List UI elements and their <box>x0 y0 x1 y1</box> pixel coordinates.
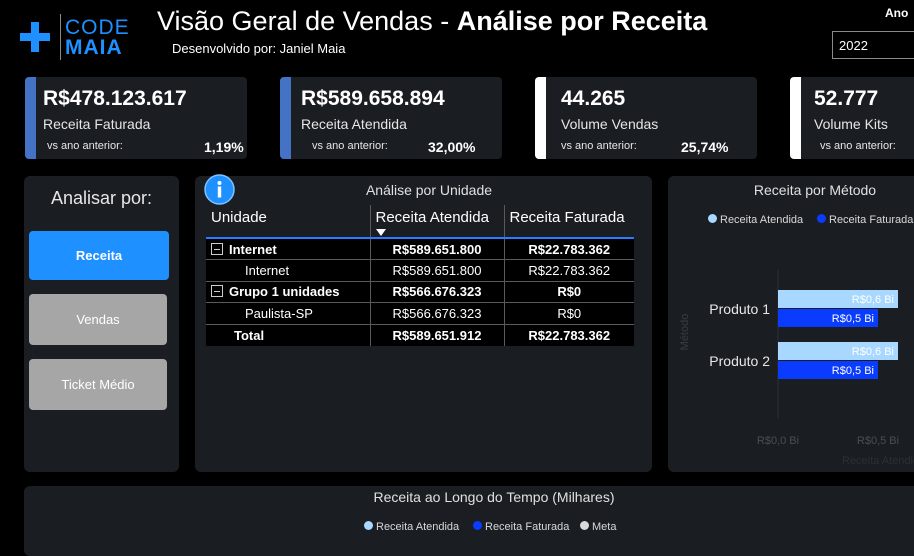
info-icon[interactable] <box>204 174 235 205</box>
time-legend-item-meta[interactable]: Meta <box>580 521 616 533</box>
method-category-label: Produto 2 <box>709 353 770 369</box>
time-legend-item-faturada[interactable]: Receita Faturada <box>473 521 569 533</box>
collapse-icon[interactable] <box>211 242 223 255</box>
legend-label: Receita Faturada <box>485 521 570 533</box>
legend-label: Receita Faturada <box>829 214 914 226</box>
table-cell-unidade: Internet <box>206 259 371 282</box>
kpi-card-receita-faturada: R$478.123.617 Receita Faturada vs ano an… <box>25 77 247 159</box>
legend-label: Meta <box>592 521 617 533</box>
time-legend-item-atendida[interactable]: Receita Atendida <box>364 521 459 533</box>
kpi-label: Volume Vendas <box>561 116 659 132</box>
table-cell-atendida: R$589.651.912 <box>370 324 505 346</box>
unit-table: Unidade Receita Atendida Receita Faturad… <box>206 205 634 346</box>
legend-dot-atendida <box>708 214 717 223</box>
table-cell-atendida: R$566.676.323 <box>370 302 505 325</box>
method-bar-data-label: R$0,6 Bi <box>852 294 894 306</box>
method-chart-title: Receita por Método <box>753 182 877 198</box>
time-chart-title: Receita ao Longo do Tempo (Milhares) <box>373 489 615 505</box>
method-x-axis-label: Receita Atendida e ... <box>842 455 914 467</box>
kpi-card-receita-atendida: R$589.658.894 Receita Atendida vs ano an… <box>280 77 502 159</box>
legend-label: Receita Atendida <box>376 521 460 533</box>
method-bar-chart: Método Produto 1 R$0,6 Bi R$0,5 Bi Produto 2… <box>679 270 914 467</box>
year-filter-label: Ano <box>885 6 909 20</box>
method-x-tick-label: R$0,5 Bi <box>857 435 899 447</box>
table-cell-unidade: Total <box>206 324 371 346</box>
analisar-vendas-button[interactable]: Vendas <box>29 294 167 345</box>
year-filter-select[interactable]: 2022 <box>832 31 914 59</box>
cell-text: Internet <box>229 241 277 257</box>
col-header-receita-faturada[interactable]: Receita Faturada <box>504 205 634 238</box>
kpi-vs-label: vs ano anterior: <box>47 140 123 152</box>
kpi-card-volume-vendas: 44.265 Volume Vendas vs ano anterior: 25… <box>535 77 757 159</box>
col-header-unidade[interactable]: Unidade <box>206 205 371 238</box>
analisar-receita-label: Receita <box>75 248 123 263</box>
table-row: Internet R$589.651.800 R$22.783.362 <box>206 237 634 260</box>
page-title: Visão Geral de Vendas - Análise por Rece… <box>157 6 707 37</box>
table-row: Paulista-SP R$566.676.323 R$0 <box>206 302 634 325</box>
kpi-accent-bar <box>535 77 546 159</box>
method-y-axis-label: Método <box>679 314 691 351</box>
legend-dot-faturada <box>473 521 482 530</box>
method-bar-data-label: R$0,5 Bi <box>832 365 874 377</box>
kpi-vs-label: vs ano anterior: <box>312 140 388 152</box>
table-cell-atendida: R$589.651.800 <box>370 237 505 260</box>
method-x-tick-label: R$0,0 Bi <box>757 435 799 447</box>
method-bar-data-label: R$0,5 Bi <box>832 313 874 325</box>
kpi-value: 52.777 <box>814 87 879 110</box>
table-cell-faturada: R$22.783.362 <box>504 324 634 346</box>
kpi-pct: 1,19% <box>204 139 244 155</box>
sort-desc-icon[interactable] <box>375 229 386 236</box>
col-header-receita-atendida[interactable]: Receita Atendida <box>370 205 505 238</box>
legend-label: Receita Atendida <box>720 214 804 226</box>
analisar-ticket-medio-button[interactable]: Ticket Médio <box>29 359 167 410</box>
analisar-vendas-label: Vendas <box>76 312 120 327</box>
unit-table-title: Análise por Unidade <box>365 182 493 198</box>
kpi-vs-label: vs ano anterior: <box>820 140 896 152</box>
table-row: Internet R$589.651.800 R$22.783.362 <box>206 259 634 282</box>
kpi-label: Volume Kits <box>814 116 888 132</box>
kpi-value: 44.265 <box>561 87 626 110</box>
method-category-label: Produto 1 <box>709 301 770 317</box>
kpi-pct: 25,74% <box>681 139 729 155</box>
kpi-label: Receita Faturada <box>43 116 151 132</box>
legend-dot-atendida <box>364 521 373 530</box>
kpi-label: Receita Atendida <box>301 116 407 132</box>
method-bar-data-label: R$0,6 Bi <box>852 346 894 358</box>
col-header-receita-atendida-label: Receita Atendida <box>375 209 489 226</box>
table-cell-unidade: Paulista-SP <box>206 302 371 325</box>
table-cell-unidade: Internet <box>206 237 371 260</box>
logo-text-maia: MAIA <box>65 36 123 59</box>
table-cell-unidade: Grupo 1 unidades <box>206 281 371 303</box>
table-cell-atendida: R$589.651.800 <box>370 259 505 282</box>
kpi-accent-bar <box>280 77 291 159</box>
kpi-accent-bar <box>25 77 36 159</box>
table-cell-faturada: R$0 <box>504 302 634 325</box>
page-subtitle: Desenvolvido por: Janiel Maia <box>172 41 346 56</box>
table-cell-atendida: R$566.676.323 <box>370 281 505 303</box>
analisar-receita-button[interactable]: Receita <box>29 231 169 280</box>
table-total-row: Total R$589.651.912 R$22.783.362 <box>206 324 634 346</box>
kpi-vs-label: vs ano anterior: <box>561 140 637 152</box>
cell-text: Grupo 1 unidades <box>229 284 340 300</box>
legend-dot-faturada <box>817 214 826 223</box>
table-cell-faturada: R$22.783.362 <box>504 237 634 260</box>
kpi-value: R$589.658.894 <box>301 87 445 110</box>
method-legend-item-atendida[interactable]: Receita Atendida <box>708 214 803 226</box>
kpi-pct: 32,00% <box>428 139 476 155</box>
kpi-accent-bar <box>790 77 801 159</box>
kpi-value: R$478.123.617 <box>43 87 187 110</box>
logo-plus-icon <box>20 22 50 52</box>
table-row: Grupo 1 unidades R$566.676.323 R$0 <box>206 281 634 303</box>
table-cell-faturada: R$0 <box>504 281 634 303</box>
page-title-regular: Visão Geral de Vendas - <box>157 6 457 36</box>
page-title-bold: Análise por Receita <box>456 6 708 36</box>
method-legend-item-faturada[interactable]: Receita Faturada <box>817 214 913 226</box>
legend-dot-meta <box>580 521 589 530</box>
analisar-ticket-medio-label: Ticket Médio <box>61 377 135 392</box>
table-cell-faturada: R$22.783.362 <box>504 259 634 282</box>
analisar-title: Analisar por: <box>50 188 153 208</box>
kpi-card-volume-kits: 52.777 Volume Kits vs ano anterior: <box>790 77 914 159</box>
collapse-icon[interactable] <box>211 285 223 298</box>
logo-divider <box>60 14 61 60</box>
